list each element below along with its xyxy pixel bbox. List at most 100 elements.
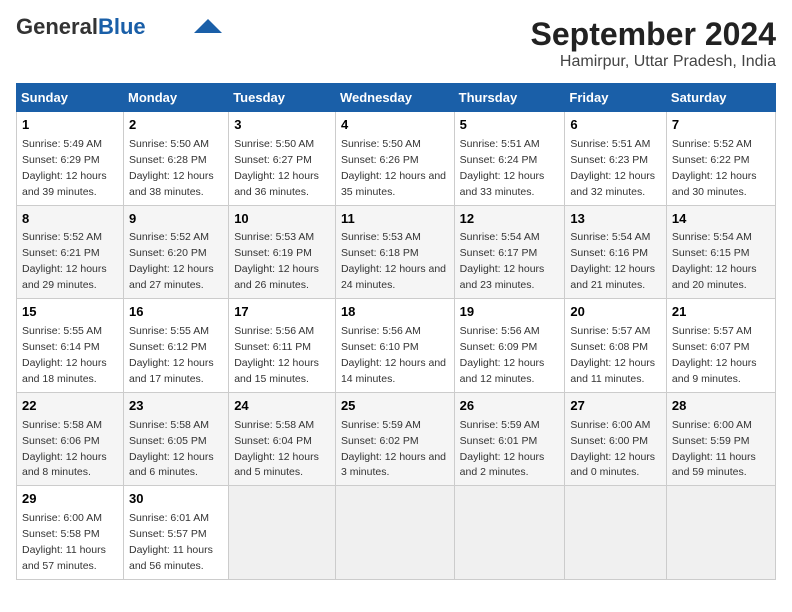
list-item: 11 Sunrise: 5:53 AMSunset: 6:18 PMDaylig… (335, 205, 454, 299)
table-row: 29 Sunrise: 6:00 AMSunset: 5:58 PMDaylig… (17, 486, 776, 580)
day-number: 4 (341, 116, 449, 135)
day-info: Sunrise: 5:54 AMSunset: 6:17 PMDaylight:… (460, 231, 545, 291)
col-wednesday: Wednesday (335, 84, 454, 112)
table-row: 15 Sunrise: 5:55 AMSunset: 6:14 PMDaylig… (17, 299, 776, 393)
col-saturday: Saturday (666, 84, 775, 112)
day-info: Sunrise: 5:54 AMSunset: 6:15 PMDaylight:… (672, 231, 757, 291)
day-info: Sunrise: 6:00 AMSunset: 5:59 PMDaylight:… (672, 419, 756, 479)
list-item: 27 Sunrise: 6:00 AMSunset: 6:00 PMDaylig… (565, 392, 666, 486)
list-item: 16 Sunrise: 5:55 AMSunset: 6:12 PMDaylig… (124, 299, 229, 393)
list-item: 26 Sunrise: 5:59 AMSunset: 6:01 PMDaylig… (454, 392, 565, 486)
list-item: 13 Sunrise: 5:54 AMSunset: 6:16 PMDaylig… (565, 205, 666, 299)
day-number: 20 (570, 303, 660, 322)
list-item (565, 486, 666, 580)
day-number: 5 (460, 116, 560, 135)
day-number: 12 (460, 210, 560, 229)
day-info: Sunrise: 5:59 AMSunset: 6:02 PMDaylight:… (341, 419, 446, 479)
list-item (666, 486, 775, 580)
list-item: 8 Sunrise: 5:52 AMSunset: 6:21 PMDayligh… (17, 205, 124, 299)
day-info: Sunrise: 5:56 AMSunset: 6:11 PMDaylight:… (234, 325, 319, 385)
list-item: 21 Sunrise: 5:57 AMSunset: 6:07 PMDaylig… (666, 299, 775, 393)
list-item: 2 Sunrise: 5:50 AMSunset: 6:28 PMDayligh… (124, 112, 229, 206)
day-number: 17 (234, 303, 330, 322)
day-number: 8 (22, 210, 118, 229)
list-item: 6 Sunrise: 5:51 AMSunset: 6:23 PMDayligh… (565, 112, 666, 206)
day-info: Sunrise: 5:50 AMSunset: 6:28 PMDaylight:… (129, 138, 214, 198)
list-item: 25 Sunrise: 5:59 AMSunset: 6:02 PMDaylig… (335, 392, 454, 486)
day-info: Sunrise: 5:58 AMSunset: 6:04 PMDaylight:… (234, 419, 319, 479)
list-item: 4 Sunrise: 5:50 AMSunset: 6:26 PMDayligh… (335, 112, 454, 206)
day-number: 25 (341, 397, 449, 416)
page-header: GeneralBlue September 2024 Hamirpur, Utt… (16, 16, 776, 71)
col-monday: Monday (124, 84, 229, 112)
col-sunday: Sunday (17, 84, 124, 112)
day-number: 11 (341, 210, 449, 229)
day-number: 28 (672, 397, 770, 416)
list-item: 17 Sunrise: 5:56 AMSunset: 6:11 PMDaylig… (229, 299, 336, 393)
day-number: 6 (570, 116, 660, 135)
table-row: 1 Sunrise: 5:49 AMSunset: 6:29 PMDayligh… (17, 112, 776, 206)
day-number: 3 (234, 116, 330, 135)
page-title: September 2024 (531, 16, 776, 53)
day-info: Sunrise: 5:51 AMSunset: 6:23 PMDaylight:… (570, 138, 655, 198)
day-number: 27 (570, 397, 660, 416)
day-number: 16 (129, 303, 223, 322)
day-info: Sunrise: 5:53 AMSunset: 6:18 PMDaylight:… (341, 231, 446, 291)
title-block: September 2024 Hamirpur, Uttar Pradesh, … (531, 16, 776, 71)
day-number: 14 (672, 210, 770, 229)
list-item (229, 486, 336, 580)
day-number: 18 (341, 303, 449, 322)
day-number: 9 (129, 210, 223, 229)
day-info: Sunrise: 5:52 AMSunset: 6:22 PMDaylight:… (672, 138, 757, 198)
list-item: 14 Sunrise: 5:54 AMSunset: 6:15 PMDaylig… (666, 205, 775, 299)
list-item: 22 Sunrise: 5:58 AMSunset: 6:06 PMDaylig… (17, 392, 124, 486)
day-number: 10 (234, 210, 330, 229)
day-info: Sunrise: 5:50 AMSunset: 6:27 PMDaylight:… (234, 138, 319, 198)
day-number: 29 (22, 490, 118, 509)
day-number: 24 (234, 397, 330, 416)
day-number: 7 (672, 116, 770, 135)
list-item: 5 Sunrise: 5:51 AMSunset: 6:24 PMDayligh… (454, 112, 565, 206)
day-info: Sunrise: 6:01 AMSunset: 5:57 PMDaylight:… (129, 512, 213, 572)
list-item: 24 Sunrise: 5:58 AMSunset: 6:04 PMDaylig… (229, 392, 336, 486)
list-item: 3 Sunrise: 5:50 AMSunset: 6:27 PMDayligh… (229, 112, 336, 206)
list-item: 15 Sunrise: 5:55 AMSunset: 6:14 PMDaylig… (17, 299, 124, 393)
day-info: Sunrise: 5:54 AMSunset: 6:16 PMDaylight:… (570, 231, 655, 291)
logo-icon (194, 19, 222, 33)
page-subtitle: Hamirpur, Uttar Pradesh, India (531, 53, 776, 71)
list-item: 1 Sunrise: 5:49 AMSunset: 6:29 PMDayligh… (17, 112, 124, 206)
day-info: Sunrise: 5:53 AMSunset: 6:19 PMDaylight:… (234, 231, 319, 291)
day-info: Sunrise: 5:56 AMSunset: 6:10 PMDaylight:… (341, 325, 446, 385)
day-info: Sunrise: 5:52 AMSunset: 6:20 PMDaylight:… (129, 231, 214, 291)
list-item: 18 Sunrise: 5:56 AMSunset: 6:10 PMDaylig… (335, 299, 454, 393)
table-row: 22 Sunrise: 5:58 AMSunset: 6:06 PMDaylig… (17, 392, 776, 486)
day-info: Sunrise: 5:59 AMSunset: 6:01 PMDaylight:… (460, 419, 545, 479)
list-item: 20 Sunrise: 5:57 AMSunset: 6:08 PMDaylig… (565, 299, 666, 393)
day-info: Sunrise: 5:55 AMSunset: 6:12 PMDaylight:… (129, 325, 214, 385)
day-info: Sunrise: 6:00 AMSunset: 6:00 PMDaylight:… (570, 419, 655, 479)
day-number: 15 (22, 303, 118, 322)
day-info: Sunrise: 5:58 AMSunset: 6:06 PMDaylight:… (22, 419, 107, 479)
list-item: 30 Sunrise: 6:01 AMSunset: 5:57 PMDaylig… (124, 486, 229, 580)
list-item: 9 Sunrise: 5:52 AMSunset: 6:20 PMDayligh… (124, 205, 229, 299)
list-item: 7 Sunrise: 5:52 AMSunset: 6:22 PMDayligh… (666, 112, 775, 206)
day-number: 2 (129, 116, 223, 135)
calendar-table: Sunday Monday Tuesday Wednesday Thursday… (16, 83, 776, 580)
logo: GeneralBlue (16, 16, 222, 38)
col-friday: Friday (565, 84, 666, 112)
col-tuesday: Tuesday (229, 84, 336, 112)
day-info: Sunrise: 6:00 AMSunset: 5:58 PMDaylight:… (22, 512, 106, 572)
day-number: 26 (460, 397, 560, 416)
col-thursday: Thursday (454, 84, 565, 112)
day-number: 23 (129, 397, 223, 416)
list-item: 10 Sunrise: 5:53 AMSunset: 6:19 PMDaylig… (229, 205, 336, 299)
day-number: 30 (129, 490, 223, 509)
day-info: Sunrise: 5:58 AMSunset: 6:05 PMDaylight:… (129, 419, 214, 479)
day-info: Sunrise: 5:56 AMSunset: 6:09 PMDaylight:… (460, 325, 545, 385)
day-number: 1 (22, 116, 118, 135)
list-item: 28 Sunrise: 6:00 AMSunset: 5:59 PMDaylig… (666, 392, 775, 486)
list-item: 29 Sunrise: 6:00 AMSunset: 5:58 PMDaylig… (17, 486, 124, 580)
list-item: 12 Sunrise: 5:54 AMSunset: 6:17 PMDaylig… (454, 205, 565, 299)
day-info: Sunrise: 5:49 AMSunset: 6:29 PMDaylight:… (22, 138, 107, 198)
day-number: 13 (570, 210, 660, 229)
